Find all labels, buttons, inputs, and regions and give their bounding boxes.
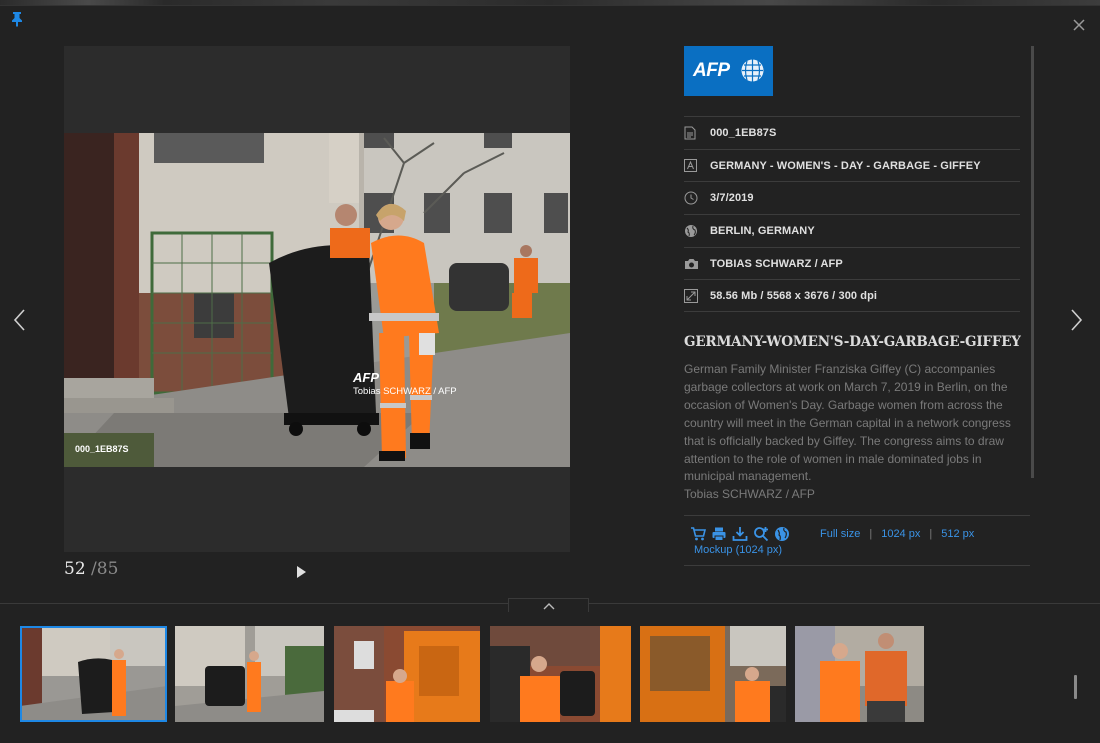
metadata-row-date: 3/7/2019 [684, 181, 1020, 214]
photo-watermark: AFP Tobias SCHWARZ / AFP [353, 370, 457, 397]
metadata-row-title: GERMANY - WOMEN'S - DAY - GARBAGE - GIFF… [684, 148, 1020, 182]
photo-caption: German Family Minister Franziska Giffey … [684, 362, 1011, 484]
metadata-row-location: BERLIN, GERMANY [684, 214, 1020, 247]
chevron-up-icon [543, 603, 555, 610]
size-512-link[interactable]: 512 px [941, 528, 974, 540]
title-icon [684, 159, 710, 173]
metadata-location-text: BERLIN, GERMANY [710, 224, 815, 237]
filmstrip-scrollbar[interactable] [1074, 675, 1077, 699]
zoom-in-icon[interactable] [753, 526, 769, 542]
download-icon[interactable] [732, 526, 748, 542]
globe-icon [684, 224, 710, 238]
thumbnail-1[interactable] [20, 626, 167, 722]
metadata-id-text: 000_1EB87S [710, 126, 777, 139]
full-size-link[interactable]: Full size [820, 528, 860, 540]
cart-icon[interactable] [690, 526, 707, 542]
metadata-date-text: 3/7/2019 [710, 192, 754, 205]
document-icon [684, 126, 710, 140]
thumbnail-3[interactable] [334, 626, 480, 722]
afp-logo: AFP [684, 46, 773, 96]
metadata-list: 000_1EB87S GERMANY - WOMEN'S - DAY - GAR… [684, 116, 1020, 313]
thumbnail-2[interactable] [175, 626, 324, 722]
counter-current: 52 [64, 559, 86, 579]
watermark-credit: Tobias SCHWARZ / AFP [353, 386, 457, 397]
thumbnail-6[interactable] [795, 626, 924, 722]
close-icon[interactable] [1069, 15, 1089, 35]
collapse-filmstrip-button[interactable] [508, 598, 589, 612]
metadata-size-text: 58.56 Mb / 5568 x 3676 / 300 dpi [710, 289, 878, 302]
mockup-link[interactable]: Mockup (1024 px) [694, 544, 782, 556]
clock-icon [684, 191, 710, 205]
previous-photo-arrow[interactable] [10, 304, 30, 336]
metadata-row-size: 58.56 Mb / 5568 x 3676 / 300 dpi [684, 279, 1020, 313]
thumbnail-4[interactable] [490, 626, 631, 722]
afp-globe-mark [741, 59, 764, 82]
globe-icon[interactable] [774, 526, 790, 542]
panel-scrollbar[interactable] [1031, 46, 1034, 478]
afp-logo-text: AFP [693, 60, 730, 81]
thumbnail-5[interactable] [640, 626, 786, 722]
download-actions: Full size | 1024 px | 512 px Mockup (1024 px… [684, 515, 1030, 566]
size-separator: | [929, 528, 933, 540]
metadata-title-text: GERMANY - WOMEN'S - DAY - GARBAGE - GIFF… [710, 159, 981, 172]
next-photo-arrow[interactable] [1066, 304, 1086, 336]
camera-icon [684, 258, 710, 270]
metadata-row-id: 000_1EB87S [684, 116, 1020, 149]
pin-icon[interactable] [10, 11, 24, 27]
size-1024-link[interactable]: 1024 px [881, 528, 920, 540]
photo-counter: 52 /85 [64, 559, 118, 579]
watermark-afp-logo: AFP [353, 370, 379, 385]
print-icon[interactable] [711, 526, 727, 542]
metadata-row-photographer: TOBIAS SCHWARZ / AFP [684, 246, 1020, 280]
metadata-photographer-text: TOBIAS SCHWARZ / AFP [710, 257, 843, 270]
resize-icon [684, 288, 710, 303]
size-options: Full size | 1024 px | 512 px [820, 528, 974, 540]
photo-credit: Tobias SCHWARZ / AFP [684, 487, 815, 501]
size-separator: | [869, 528, 873, 540]
photo-headline: GERMANY-WOMEN'S-DAY-GARBAGE-GIFFEY [684, 334, 1021, 350]
main-photo[interactable]: AFP Tobias SCHWARZ / AFP 000_1EB87S [64, 133, 570, 467]
play-icon[interactable] [294, 564, 308, 580]
counter-total: /85 [91, 559, 119, 579]
photo-id-overlay: 000_1EB87S [75, 444, 129, 454]
